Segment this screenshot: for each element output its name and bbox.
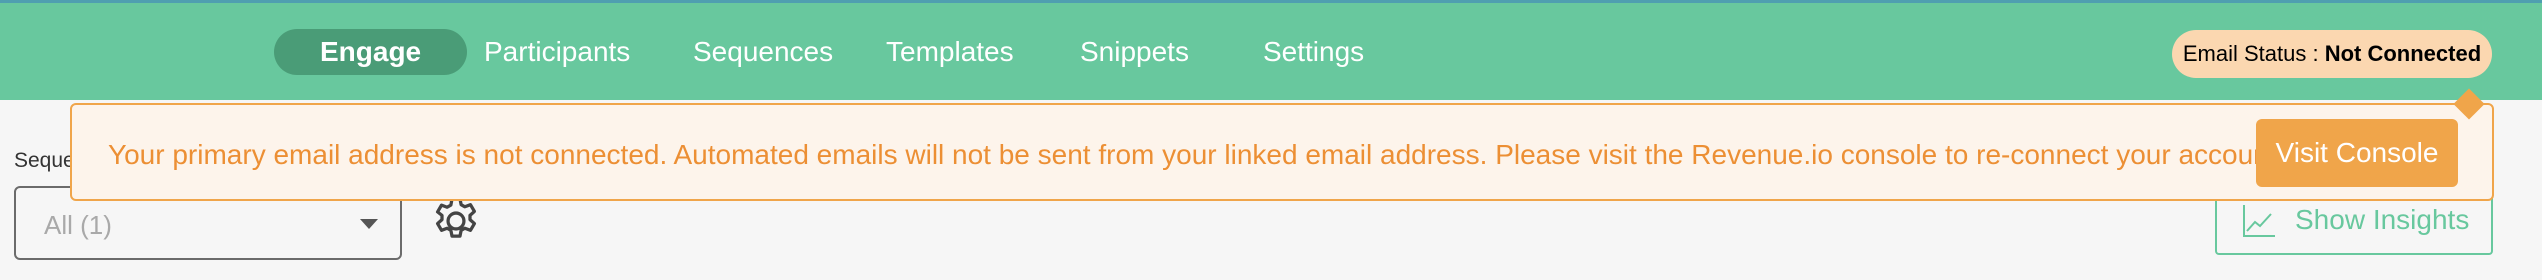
gear-icon[interactable]	[428, 193, 484, 249]
show-insights-label: Show Insights	[2295, 204, 2470, 235]
sequence-filter-label: Seque	[14, 149, 75, 172]
alert-message: Your primary email address is not connec…	[108, 139, 2285, 170]
email-status-label: Email Status :	[2182, 41, 2319, 66]
chevron-down-icon	[360, 219, 378, 229]
chart-line-icon	[2243, 205, 2275, 237]
tab-settings[interactable]: Settings	[1217, 29, 1410, 75]
email-not-connected-alert: Your primary email address is not connec…	[70, 88, 2494, 201]
tab-snippets[interactable]: Snippets	[1034, 29, 1235, 75]
email-status-badge[interactable]: Email Status : Not Connected	[2172, 30, 2492, 78]
tab-templates[interactable]: Templates	[840, 29, 1060, 75]
tab-participants[interactable]: Participants	[438, 29, 676, 75]
top-nav-bar: Engage Participants Sequences Templates …	[0, 0, 2542, 100]
visit-console-button[interactable]: Visit Console	[2256, 119, 2458, 187]
sequence-filter-value: All (1)	[44, 210, 112, 240]
email-status-value: Not Connected	[2324, 41, 2482, 66]
